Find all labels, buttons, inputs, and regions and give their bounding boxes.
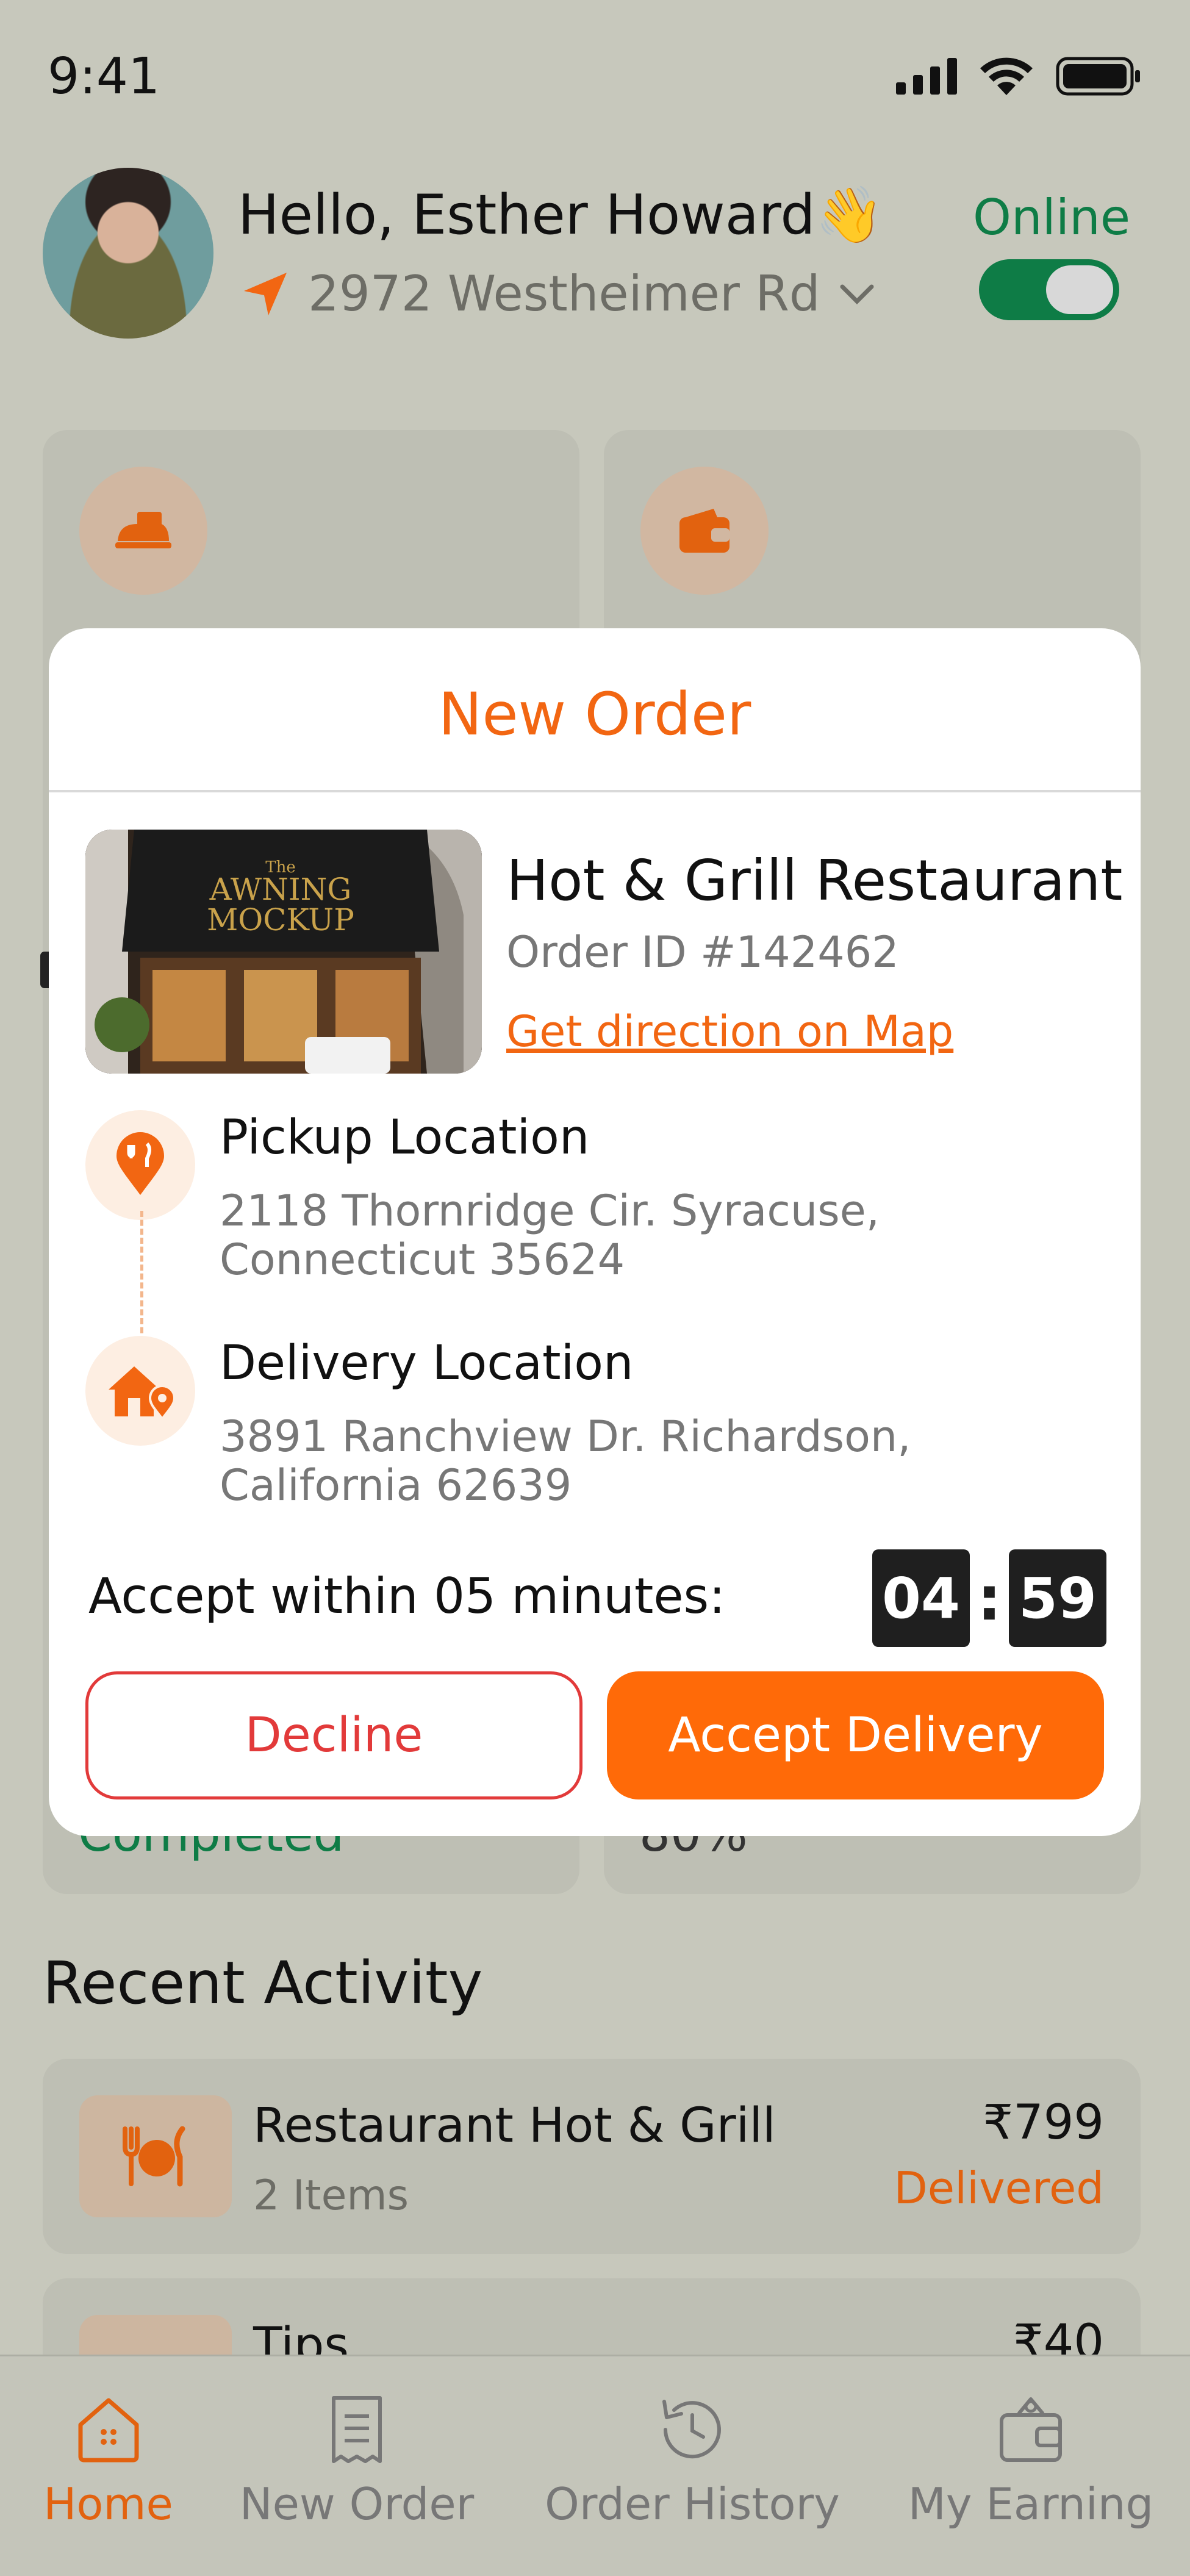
recent-activity-title: Recent Activity <box>43 1949 483 2017</box>
delivery-location-icon <box>85 1336 195 1446</box>
history-icon <box>662 2400 721 2459</box>
delivery-title: Delivery Location <box>220 1336 634 1391</box>
get-direction-link[interactable]: Get direction on Map <box>506 1006 953 1057</box>
restaurant-name: Hot & Grill Restaurant <box>506 848 1123 913</box>
activity-amount: ₹799 <box>983 2095 1104 2150</box>
timer-colon: : <box>977 1562 1002 1634</box>
decline-button[interactable]: Decline <box>85 1671 582 1799</box>
bottom-navigation: Home New Order Order History My Earning <box>0 2355 1190 2576</box>
activity-sub: 2 Items <box>253 2172 409 2220</box>
restaurant-image: The AWNING MOCKUP <box>85 830 482 1074</box>
pickup-title: Pickup Location <box>220 1110 590 1165</box>
nav-order-history-label: Order History <box>545 2478 840 2530</box>
battery-icon <box>1056 57 1140 96</box>
nav-order-history[interactable]: Order History <box>545 2393 840 2530</box>
delivery-address: 3891 Ranchview Dr. Richardson, Californi… <box>220 1412 911 1510</box>
address-text: 2972 Westheimer Rd <box>308 265 820 322</box>
left-edge-text-fragment <box>40 952 49 988</box>
timer-seconds: 59 <box>1009 1549 1106 1647</box>
countdown-timer: 04 : 59 <box>872 1549 1106 1647</box>
nav-new-order[interactable]: New Order <box>239 2393 475 2530</box>
order-id: Order ID #142462 <box>506 927 899 977</box>
home-icon <box>78 2398 138 2463</box>
navigation-arrow-icon <box>244 272 287 315</box>
nav-home-label: Home <box>43 2478 173 2530</box>
modal-divider <box>49 790 1141 792</box>
status-time: 9:41 <box>48 48 160 106</box>
online-toggle[interactable] <box>979 259 1119 320</box>
accept-within-text: Accept within 05 minutes: <box>88 1568 726 1624</box>
wallet-icon <box>640 467 769 595</box>
nav-new-order-label: New Order <box>239 2478 475 2530</box>
avatar[interactable] <box>43 168 213 339</box>
new-order-modal: New Order The AWNING MOCKUP Hot & Grill … <box>49 628 1141 1836</box>
pickup-location-icon <box>85 1110 195 1220</box>
earning-wallet-icon <box>1000 2397 1062 2462</box>
greeting-text: Hello, Esther Howard <box>238 183 815 247</box>
delivery-icon <box>79 467 207 595</box>
activity-name: Restaurant Hot & Grill <box>253 2098 776 2153</box>
greeting: Hello, Esther Howard👋 <box>238 183 884 247</box>
chevron-down-icon <box>840 284 874 304</box>
location-selector[interactable]: 2972 Westheimer Rd <box>241 265 875 322</box>
signal-icon <box>896 58 957 95</box>
status-icons <box>896 56 1141 96</box>
pickup-address: 2118 Thornridge Cir. Syracuse, Connectic… <box>220 1186 880 1285</box>
activity-status: Delivered <box>894 2162 1104 2214</box>
dining-icon <box>79 2095 232 2217</box>
nav-my-earning[interactable]: My Earning <box>903 2393 1159 2530</box>
nav-home[interactable]: Home <box>43 2393 174 2530</box>
online-label: Online <box>973 189 1131 246</box>
nav-my-earning-label: My Earning <box>908 2478 1154 2530</box>
sign-mockup: MOCKUP <box>207 902 354 938</box>
receipt-icon <box>332 2396 382 2463</box>
timer-minutes: 04 <box>872 1549 970 1647</box>
toggle-knob <box>1046 265 1113 314</box>
activity-item[interactable]: Restaurant Hot & Grill 2 Items ₹799 Deli… <box>43 2059 1141 2254</box>
route-connector <box>140 1211 143 1351</box>
wave-emoji: 👋 <box>815 183 884 247</box>
modal-title: New Order <box>438 680 751 748</box>
wifi-icon <box>980 57 1033 95</box>
accept-delivery-button[interactable]: Accept Delivery <box>607 1671 1104 1799</box>
